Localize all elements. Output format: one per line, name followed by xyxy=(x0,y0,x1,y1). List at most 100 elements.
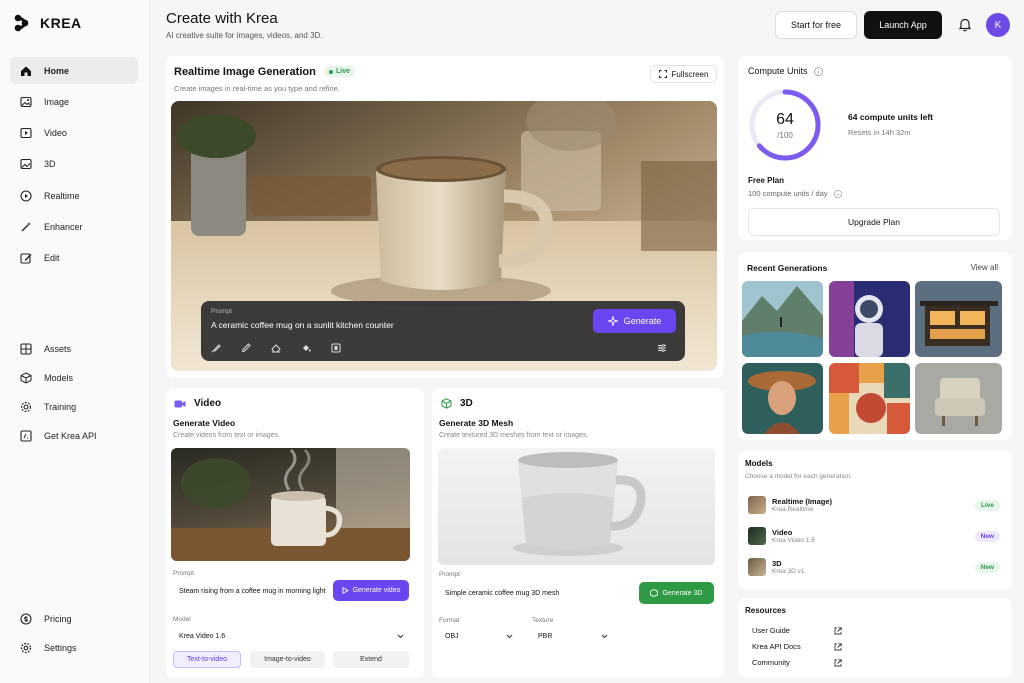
recent-thumb-house[interactable] xyxy=(915,281,1002,357)
recent-thumb-astronaut[interactable] xyxy=(829,281,910,357)
live-badge: Live xyxy=(324,66,356,77)
cube-outline-icon xyxy=(441,398,452,409)
nav-label: Assets xyxy=(44,343,72,354)
3d-card: 3D Generate 3D Mesh Create textured 3D m… xyxy=(432,388,724,678)
recent-thumb-abstract[interactable] xyxy=(829,363,910,434)
compute-left: 64 compute units left xyxy=(848,112,934,122)
model-select[interactable]: Krea Video 1.6 xyxy=(173,628,410,645)
3d-mug-render xyxy=(513,452,646,556)
nav-label: Pricing xyxy=(44,613,72,624)
nav-item-pricing[interactable]: Pricing xyxy=(10,605,138,632)
model-row-3d[interactable]: 3D Krea 3D v1 New xyxy=(748,552,1000,582)
eraser-icon[interactable] xyxy=(271,343,281,353)
nav-label: Image xyxy=(44,96,70,107)
model-name: Realtime (Image) xyxy=(772,497,833,506)
model-info: Realtime (Image) Krea Realtime xyxy=(772,497,832,513)
video-camera-icon xyxy=(174,400,186,407)
user-avatar[interactable]: K xyxy=(986,13,1010,37)
format-select-value: OBJ xyxy=(445,633,459,640)
nav-item-settings[interactable]: Settings xyxy=(10,634,138,661)
video-prompt-input[interactable]: Steam rising from a coffee mug in mornin… xyxy=(173,580,333,602)
realtime-preview-image: Prompt A ceramic coffee mug on a sunlit … xyxy=(171,101,717,371)
fullscreen-button[interactable]: Fullscreen xyxy=(650,65,717,83)
model-select-value: Krea Video 1.6 xyxy=(179,633,226,640)
model-badge-live: Live xyxy=(974,499,1000,511)
texture-select[interactable]: PBR xyxy=(532,628,614,645)
resource-community[interactable]: Community xyxy=(752,658,842,667)
nav-item-api[interactable]: Get Krea API xyxy=(10,422,138,449)
compute-reset: Resets in 14h 32m xyxy=(848,128,911,137)
3d-section-title: 3D xyxy=(460,398,473,409)
recent-thumb-chair[interactable] xyxy=(915,363,1002,434)
code-icon xyxy=(19,429,32,442)
brush-icon[interactable] xyxy=(211,343,221,353)
frame-icon[interactable] xyxy=(331,343,341,353)
steaming-mug-scene xyxy=(171,448,410,561)
live-dot xyxy=(329,69,333,74)
model-name: 3D xyxy=(772,559,782,568)
main-nav: Home Image Video 3D Realtime Enhancer Ed… xyxy=(10,57,138,276)
nav-item-models[interactable]: Models xyxy=(10,364,138,391)
recent-thumb-landscape[interactable] xyxy=(742,281,823,357)
format-label: Format xyxy=(439,617,460,624)
generate-3d-label: Generate 3D xyxy=(662,589,703,597)
fill-icon[interactable] xyxy=(301,343,311,353)
image-icon xyxy=(19,95,32,108)
nav-item-video[interactable]: Video xyxy=(10,120,138,147)
nav-item-3d[interactable]: 3D xyxy=(10,151,138,178)
nav-label: Home xyxy=(44,65,70,76)
3d-title: Generate 3D Mesh xyxy=(439,418,514,428)
sliders-icon[interactable] xyxy=(657,343,667,353)
bell-icon[interactable] xyxy=(958,17,972,32)
view-all-link[interactable]: View all xyxy=(971,263,998,272)
resources-title: Resources xyxy=(745,606,786,615)
cube-icon xyxy=(19,158,32,171)
cube-small-icon xyxy=(650,589,659,597)
info-icon[interactable] xyxy=(833,189,842,198)
plan-name: Free Plan xyxy=(748,176,785,185)
generate-label: Generate xyxy=(623,316,662,326)
resource-user-guide[interactable]: User Guide xyxy=(752,626,842,635)
model-row-video[interactable]: Video Krea Video 1.6 New xyxy=(748,521,1000,551)
pencil-icon[interactable] xyxy=(241,343,251,353)
model-info: Video Krea Video 1.6 xyxy=(772,528,815,544)
recent-thumb-portrait[interactable] xyxy=(742,363,823,434)
compute-title: Compute Units xyxy=(748,66,808,76)
format-select[interactable]: OBJ xyxy=(439,628,519,645)
nav-label: Get Krea API xyxy=(44,430,97,441)
generate-button[interactable]: Generate xyxy=(593,309,676,333)
generate-3d-button[interactable]: Generate 3D xyxy=(639,582,714,604)
nav-item-image[interactable]: Image xyxy=(10,88,138,115)
generate-video-button[interactable]: Generate video xyxy=(333,580,409,601)
3d-prompt-input[interactable]: Simple ceramic coffee mug 3D mesh xyxy=(439,582,629,604)
nav-label: Enhancer xyxy=(44,221,83,232)
3d-section-header: 3D xyxy=(441,398,473,409)
secondary-nav: Assets Models Training Get Krea API xyxy=(10,335,138,453)
nav-item-home[interactable]: Home xyxy=(10,57,138,84)
video-title: Generate Video xyxy=(173,418,236,428)
mode-image-to-video[interactable]: Image-to-video xyxy=(250,651,325,668)
prompt-input[interactable]: A ceramic coffee mug on a sunlit kitchen… xyxy=(211,320,394,330)
nav-item-training[interactable]: Training xyxy=(10,393,138,420)
model-row-realtime[interactable]: Realtime (Image) Krea Realtime Live xyxy=(748,490,1000,520)
launch-app-button[interactable]: Launch App xyxy=(864,11,942,39)
bottom-nav: Pricing Settings xyxy=(10,605,138,665)
nav-label: Video xyxy=(44,128,67,139)
nav-item-enhancer[interactable]: Enhancer xyxy=(10,213,138,240)
landscape-image xyxy=(742,281,823,357)
nav-label: Settings xyxy=(44,642,77,653)
upgrade-plan-button[interactable]: Upgrade Plan xyxy=(748,208,1000,236)
nav-label: 3D xyxy=(44,159,56,170)
start-free-button[interactable]: Start for free xyxy=(775,11,857,39)
mode-text-to-video[interactable]: Text-to-video xyxy=(173,651,241,668)
nav-item-realtime[interactable]: Realtime xyxy=(10,182,138,209)
plan-desc-row: 100 compute units / day xyxy=(748,189,842,198)
krea-logo-icon xyxy=(14,14,29,32)
resource-api-docs[interactable]: Krea API Docs xyxy=(752,642,842,651)
box-icon xyxy=(19,371,32,384)
mode-extend[interactable]: Extend xyxy=(333,651,409,668)
info-icon[interactable] xyxy=(813,66,823,76)
nav-item-assets[interactable]: Assets xyxy=(10,335,138,362)
brand-logo[interactable]: KREA xyxy=(14,14,82,32)
nav-item-edit[interactable]: Edit xyxy=(10,245,138,272)
